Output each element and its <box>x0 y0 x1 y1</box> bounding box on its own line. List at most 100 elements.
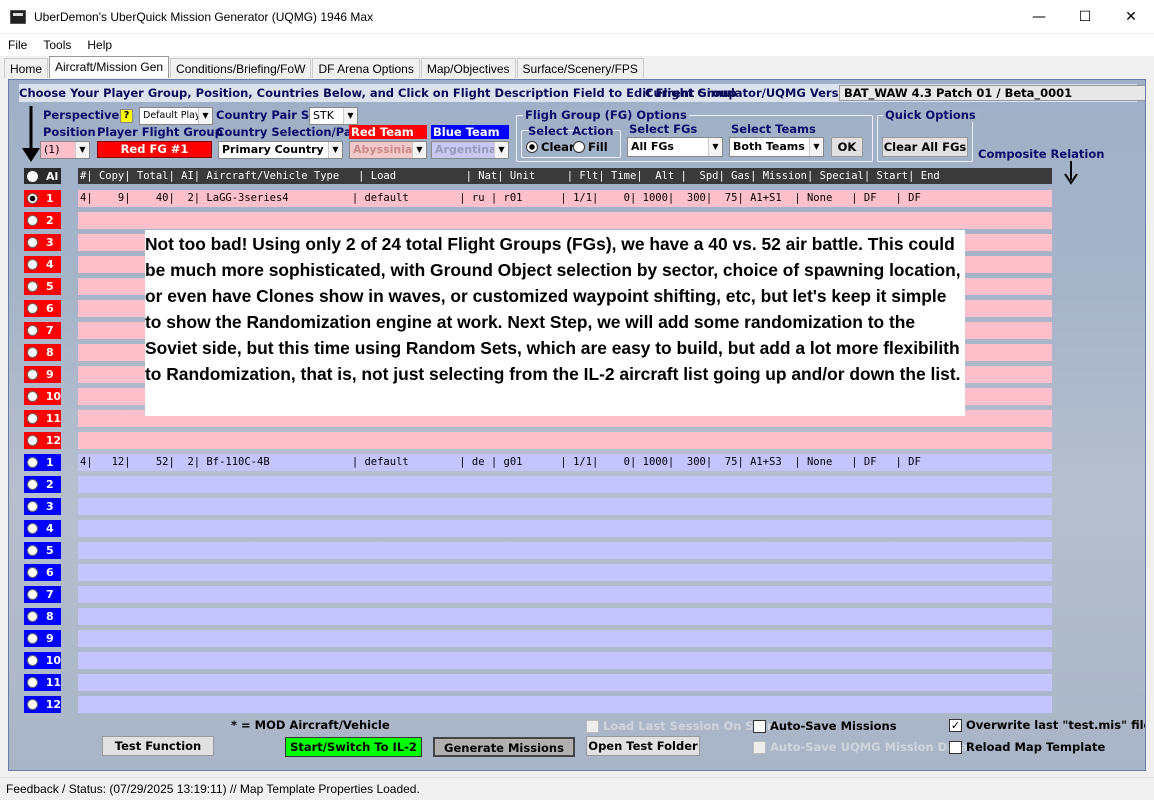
open-test-folder-button[interactable]: Open Test Folder <box>586 736 700 756</box>
clear-all-fgs-button[interactable]: Clear All FGs <box>882 137 968 157</box>
maximize-button[interactable]: ☐ <box>1062 0 1108 33</box>
red-fg-selector[interactable]: 4 <box>24 256 61 273</box>
radio-icon <box>27 699 38 710</box>
blue-fg-description-field[interactable] <box>78 674 1052 691</box>
auto-save-uqmg-checkbox[interactable]: Auto-Save UQMG Mission Data <box>753 740 968 754</box>
red-fg-number: 1 <box>46 192 54 205</box>
player-flight-group-label: Player Flight Group <box>97 125 223 139</box>
load-last-session-checkbox[interactable]: Load Last Session On Start <box>586 719 778 733</box>
clear-radio[interactable]: Clear <box>526 140 575 154</box>
tab-df-arena[interactable]: DF Arena Options <box>312 58 420 78</box>
red-fg-number: 7 <box>46 324 54 337</box>
radio-icon <box>27 589 38 600</box>
blue-fg-number: 3 <box>46 500 54 513</box>
perspective-help-icon[interactable]: ? <box>120 109 133 123</box>
blue-fg-description-field[interactable] <box>78 608 1052 625</box>
red-fg-selector[interactable]: 3 <box>24 234 61 251</box>
main-panel: Choose Your Player Group, Position, Coun… <box>8 79 1146 771</box>
blue-fg-selector[interactable]: 12 <box>24 696 61 713</box>
instruction-text: Choose Your Player Group, Position, Coun… <box>19 86 737 100</box>
position-select[interactable]: (1) ▼ <box>40 141 90 159</box>
red-team-select[interactable]: Abyssinia ▼ <box>349 141 427 159</box>
blue-fg-description-field[interactable] <box>78 630 1052 647</box>
blue-fg-number: 4 <box>46 522 54 535</box>
red-fg-number: 12 <box>45 434 61 447</box>
blue-fg-selector[interactable]: 9 <box>24 630 61 647</box>
radio-icon <box>27 391 38 402</box>
red-fg-selector[interactable]: 8 <box>24 344 61 361</box>
ok-button[interactable]: OK <box>831 137 863 157</box>
blue-fg-selector[interactable]: 8 <box>24 608 61 625</box>
blue-team-label: Blue Team <box>431 125 509 139</box>
perspective-label: Perspective <box>43 108 120 122</box>
blue-fg-description-field[interactable] <box>78 498 1052 515</box>
tab-surface-scenery[interactable]: Surface/Scenery/FPS <box>516 58 644 78</box>
perspective-select[interactable]: Default Play ▼ <box>139 107 213 125</box>
blue-fg-description-field[interactable] <box>78 564 1052 581</box>
blue-fg-selector[interactable]: 10 <box>24 652 61 669</box>
tab-aircraft-mission-gen[interactable]: Aircraft/Mission Gen <box>49 56 170 78</box>
radio-icon <box>27 435 38 446</box>
tab-map-objectives[interactable]: Map/Objectives <box>420 58 516 78</box>
tab-conditions[interactable]: Conditions/Briefing/FoW <box>170 58 312 78</box>
radio-icon <box>27 215 38 226</box>
menu-file[interactable]: File <box>0 38 35 52</box>
menu-tools[interactable]: Tools <box>35 38 79 52</box>
blue-fg-selector[interactable]: 4 <box>24 520 61 537</box>
start-switch-il2-button[interactable]: Start/Switch To IL-2 <box>285 737 422 757</box>
test-function-button[interactable]: Test Function <box>102 736 214 756</box>
grid-header: #| Copy| Total| AI| Aircraft/Vehicle Typ… <box>78 168 1052 184</box>
blue-fg-number: 11 <box>45 676 61 689</box>
reload-map-template-checkbox[interactable]: Reload Map Template <box>949 740 1105 754</box>
menu-help[interactable]: Help <box>79 38 120 52</box>
close-button[interactable]: ✕ <box>1108 0 1154 33</box>
overwrite-test-checkbox[interactable]: ✓ Overwrite last "test.mis" file <box>949 718 1145 732</box>
blue-fg-selector[interactable]: 11 <box>24 674 61 691</box>
blue-fg-number: 5 <box>46 544 54 557</box>
blue-fg-description-field[interactable]: 4| 12| 52| 2| Bf-110C-4B | default | de … <box>78 454 1052 471</box>
red-fg-selector[interactable]: 2 <box>24 212 61 229</box>
radio-icon <box>27 457 38 468</box>
blue-fg-description-field[interactable] <box>78 542 1052 559</box>
blue-fg-selector[interactable]: 6 <box>24 564 61 581</box>
blue-fg-selector[interactable]: 1 <box>24 454 61 471</box>
red-fg-selector[interactable]: 9 <box>24 366 61 383</box>
red-fg-selector[interactable]: 7 <box>24 322 61 339</box>
red-fg-selector[interactable]: 5 <box>24 278 61 295</box>
blue-fg-description-field[interactable] <box>78 696 1052 713</box>
red-fg-description-field[interactable]: 4| 9| 40| 2| LaGG-3series4 | default | r… <box>78 190 1052 207</box>
blue-fg-selector[interactable]: 2 <box>24 476 61 493</box>
title-bar: UberDemon's UberQuick Mission Generator … <box>0 0 1154 33</box>
country-selection-select[interactable]: Primary Country Pairs▼ <box>218 141 343 159</box>
red-fg-description-field[interactable] <box>78 432 1052 449</box>
red-fg-selector[interactable]: 6 <box>24 300 61 317</box>
blue-fg-selector[interactable]: 5 <box>24 542 61 559</box>
red-fg-number: 3 <box>46 236 54 249</box>
red-fg-selector[interactable]: 1 <box>24 190 61 207</box>
red-fg-number: 5 <box>46 280 54 293</box>
generate-missions-button[interactable]: Generate Missions <box>433 737 575 757</box>
blue-fg-description-field[interactable] <box>78 476 1052 493</box>
blue-fg-description-field[interactable] <box>78 520 1052 537</box>
red-fg-description-field[interactable] <box>78 212 1052 229</box>
blue-fg-selector[interactable]: 7 <box>24 586 61 603</box>
auto-save-missions-checkbox[interactable]: Auto-Save Missions <box>753 719 897 733</box>
country-pair-set-select[interactable]: STK ▼ <box>309 107 358 125</box>
red-fg-number: 8 <box>46 346 54 359</box>
red-fg-selector[interactable]: 12 <box>24 432 61 449</box>
blue-fg-description-field[interactable] <box>78 586 1052 603</box>
red-fg-number: 11 <box>45 412 61 425</box>
blue-fg-selector[interactable]: 3 <box>24 498 61 515</box>
select-teams-select[interactable]: Both Teams ▼ <box>729 137 824 157</box>
blue-team-select[interactable]: Argentina ▼ <box>431 141 509 159</box>
blue-fg-description-field[interactable] <box>78 652 1052 669</box>
all-rows-toggle[interactable]: Al <box>24 168 61 184</box>
select-fgs-select[interactable]: All FGs ▼ <box>627 137 723 157</box>
radio-icon <box>27 655 38 666</box>
minimize-button[interactable]: — <box>1016 0 1062 33</box>
red-fg-selector[interactable]: 11 <box>24 410 61 427</box>
tab-home[interactable]: Home <box>4 58 49 78</box>
fill-radio[interactable]: Fill <box>573 140 608 154</box>
red-fg-selector[interactable]: 10 <box>24 388 61 405</box>
player-flight-group-field[interactable]: Red FG #1 <box>97 141 212 158</box>
